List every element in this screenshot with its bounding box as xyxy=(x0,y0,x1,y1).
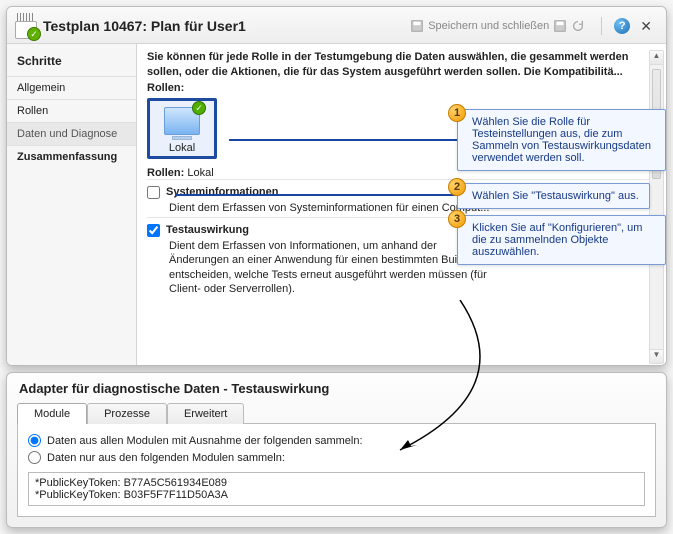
callout-1-text: Wählen Sie die Rolle für Testeinstellung… xyxy=(472,116,655,164)
sidebar-item-rollen[interactable]: Rollen xyxy=(7,99,136,122)
testauswirkung-checkbox[interactable] xyxy=(147,224,160,237)
main-scrollbar[interactable]: ▲ ▼ xyxy=(649,50,664,364)
role-tile-lokal[interactable]: ✓ Lokal xyxy=(147,98,217,159)
callout-number-1: 1 xyxy=(448,104,466,122)
tab-module[interactable]: Module xyxy=(17,403,87,424)
radio-exclude-modules[interactable] xyxy=(28,434,41,447)
save-icon-2 xyxy=(553,19,567,33)
callout-1: 1 Wählen Sie die Rolle für Testeinstellu… xyxy=(457,109,666,171)
sidebar-item-allgemein[interactable]: Allgemein xyxy=(7,76,136,99)
tab-prozesse[interactable]: Prozesse xyxy=(87,403,167,424)
adapter-title: Adapter für diagnostische Daten - Testau… xyxy=(7,373,666,402)
tab-erweitert[interactable]: Erweitert xyxy=(167,403,244,424)
module-token-list[interactable]: *PublicKeyToken: B77A5C561934E089 *Publi… xyxy=(28,472,645,506)
help-icon[interactable]: ? xyxy=(614,18,630,34)
radio-only-modules[interactable] xyxy=(28,451,41,464)
refresh-icon xyxy=(571,19,585,33)
testplan-icon: ✓ xyxy=(15,13,37,39)
callout-number-3: 3 xyxy=(448,210,466,228)
testauswirkung-desc: Dient dem Erfassen von Informationen, um… xyxy=(169,239,499,296)
steps-sidebar: Schritte Allgemein Rollen Daten und Diag… xyxy=(7,44,137,366)
roles-current-value: Lokal xyxy=(187,167,213,179)
systeminfo-checkbox[interactable] xyxy=(147,186,160,199)
sidebar-header: Schritte xyxy=(7,48,136,76)
save-icon xyxy=(410,19,424,33)
radio-exclude-label: Daten aus allen Modulen mit Ausnahme der… xyxy=(47,435,363,447)
callout-2: 2 Wählen Sie "Testauswirkung" aus. xyxy=(457,183,650,209)
window-title: Testplan 10467: Plan für User1 xyxy=(43,18,246,34)
sidebar-item-zusammenfassung[interactable]: Zusammenfassung xyxy=(7,145,136,168)
roles-current-label: Rollen: xyxy=(147,167,184,179)
radio-only-label: Daten nur aus den folgenden Modulen samm… xyxy=(47,452,285,464)
roles-label: Rollen: xyxy=(147,82,656,94)
systeminfo-title: Systeminformationen xyxy=(166,186,278,198)
role-tile-caption: Lokal xyxy=(164,142,200,154)
save-close-label: Speichern und schließen xyxy=(428,20,549,32)
close-button[interactable]: ✕ xyxy=(636,18,656,35)
sidebar-item-daten-diagnose[interactable]: Daten und Diagnose xyxy=(7,122,136,145)
callout-number-2: 2 xyxy=(448,178,466,196)
save-close-button[interactable]: Speichern und schließen xyxy=(406,17,589,35)
callout-2-text: Wählen Sie "Testauswirkung" aus. xyxy=(472,190,639,202)
check-badge-icon: ✓ xyxy=(192,101,206,115)
instruction-text: Sie können für jede Rolle in der Testumg… xyxy=(147,50,656,80)
testauswirkung-title: Testauswirkung xyxy=(166,224,249,236)
callout-3: 3 Klicken Sie auf "Konfigurieren", um di… xyxy=(457,215,666,265)
callout-3-text: Klicken Sie auf "Konfigurieren", um die … xyxy=(472,222,655,258)
